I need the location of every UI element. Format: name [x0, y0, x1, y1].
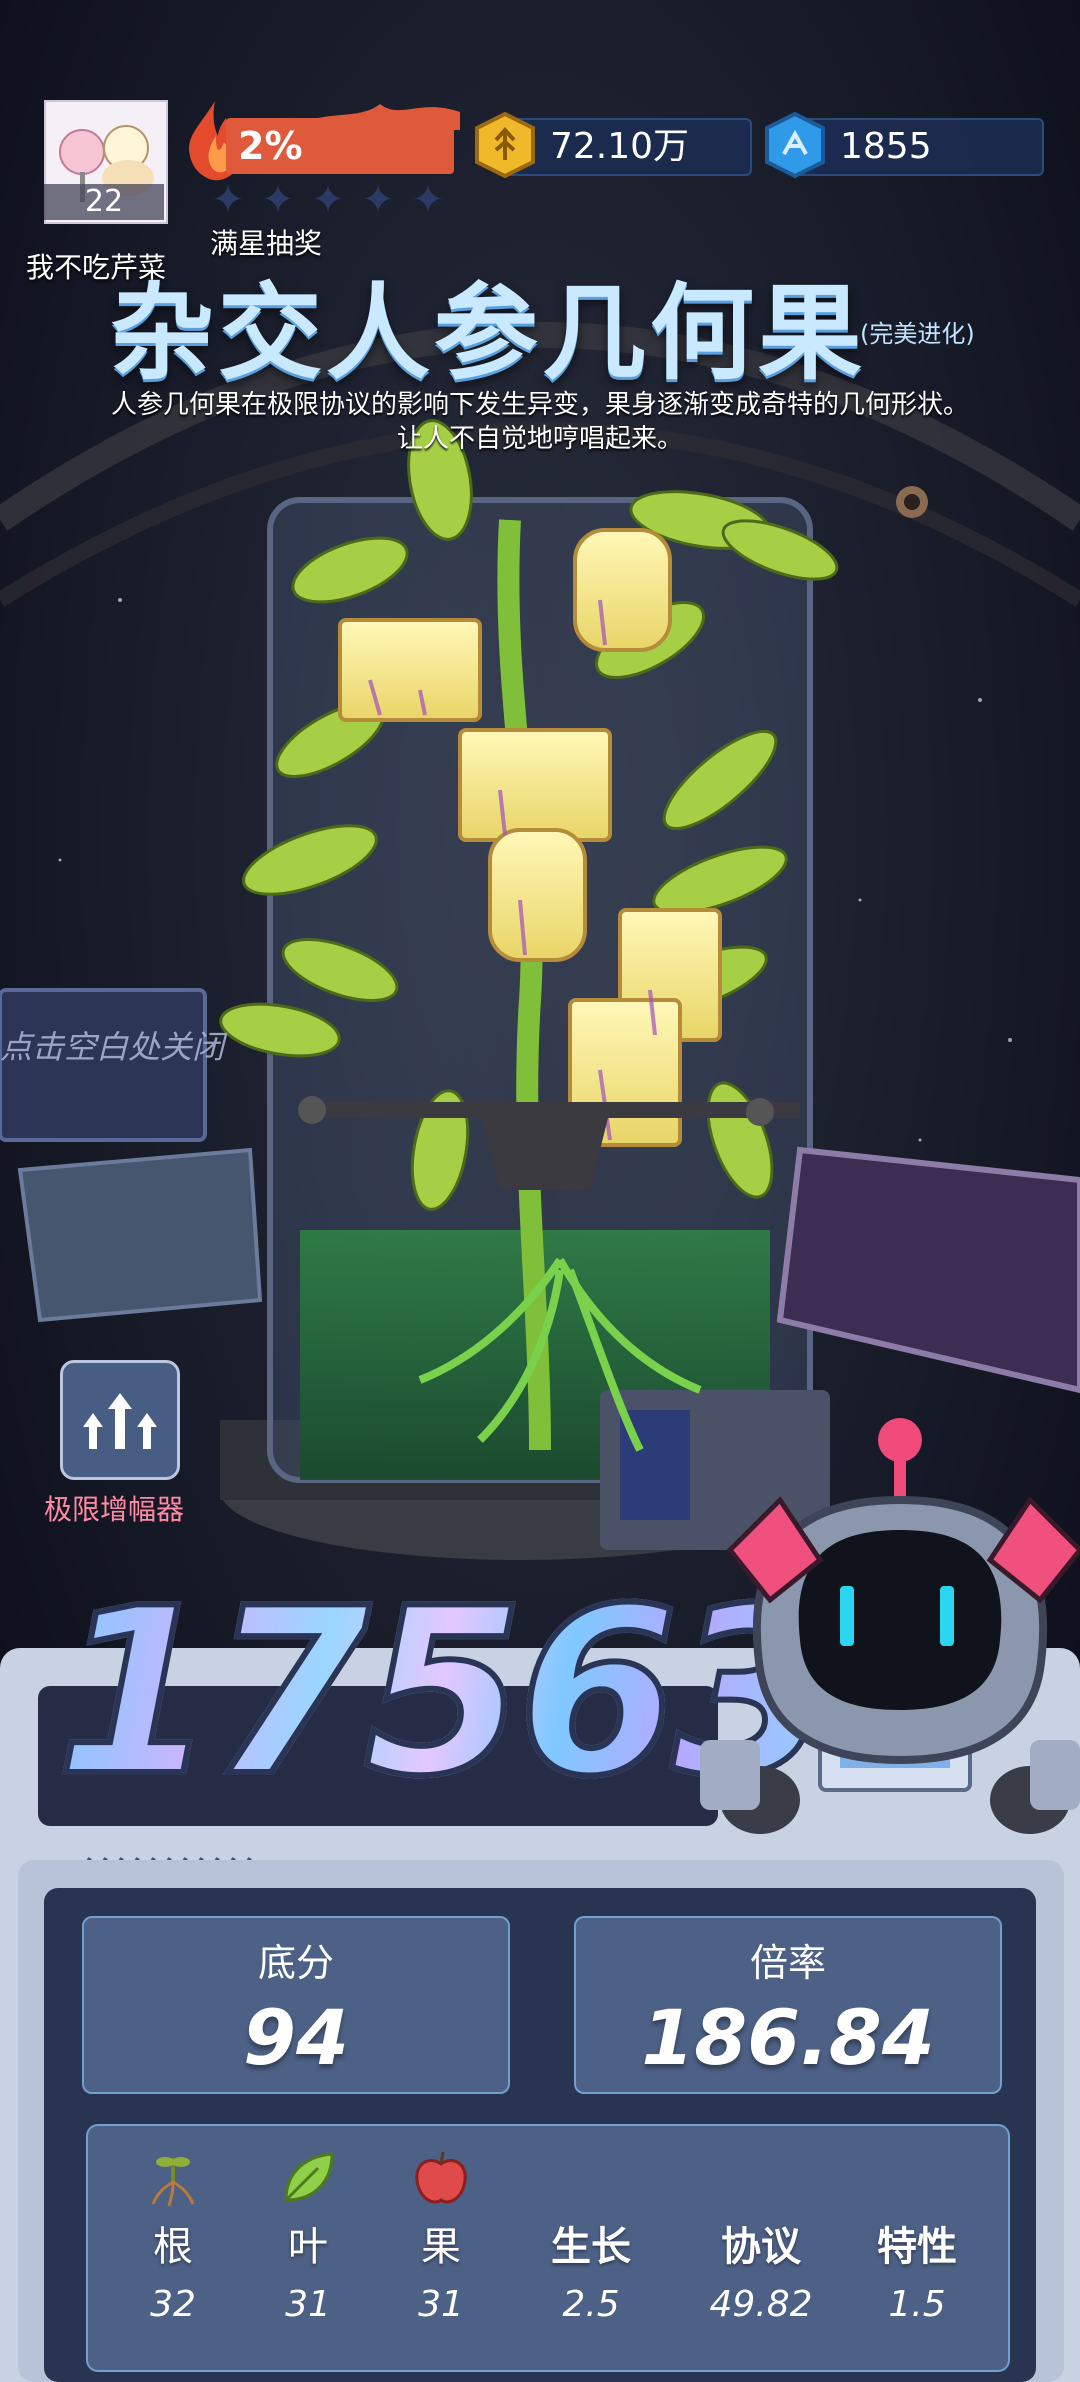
score-breakdown: 根 32 叶 31 果 31 生长 2.5 协议 49.82 特性 1.5 — [86, 2124, 1010, 2372]
growth-label: 生长 — [551, 2224, 631, 2270]
breakdown-trait: 特性 1.5 — [852, 2126, 982, 2370]
trait-label: 特性 — [877, 2224, 957, 2270]
item-description: 人参几何果在极限协议的影响下发生异变，果身逐渐变成奇特的几何形状。让人不自觉地哼… — [110, 390, 969, 454]
protocol-value: 49.82 — [709, 2284, 813, 2325]
breakdown-protocol: 协议 49.82 — [696, 2126, 826, 2370]
gold-coin-icon — [475, 111, 535, 179]
root-value: 32 — [150, 2284, 196, 2325]
growth-value: 2.5 — [562, 2284, 620, 2325]
breakdown-leaf: 叶 31 — [243, 2126, 373, 2370]
multiplier-box: 倍率 186.84 — [574, 1916, 1002, 2094]
triple-up-arrow-icon — [83, 1393, 157, 1449]
breakdown-root: 根 32 — [108, 2126, 238, 2370]
robot-mascot — [700, 1418, 1080, 1834]
star-icon: ✦ — [411, 177, 445, 223]
gem-icon — [765, 111, 825, 179]
breakdown-fruit: 果 31 — [376, 2126, 506, 2370]
sprout-root-icon — [151, 2157, 195, 2207]
item-title: 杂交人参几何果 — [110, 272, 867, 394]
base-score-label: 底分 — [257, 1941, 334, 1985]
star-icon: ✦ — [361, 177, 395, 223]
limit-amplifier-button[interactable] — [60, 1360, 180, 1480]
fruit-value: 31 — [418, 2284, 464, 2325]
item-evolution-tag: (完美进化) — [860, 320, 975, 348]
flame-trail-icon — [300, 104, 460, 130]
limit-amplifier-label: 极限增幅器 — [44, 1493, 185, 1526]
star-icon: ✦ — [211, 177, 245, 223]
player-level: 22 — [44, 184, 164, 220]
star-icon: ✦ — [261, 177, 295, 223]
base-score-box: 底分 94 — [82, 1916, 510, 2094]
multiplier-value: 186.84 — [641, 1993, 935, 2082]
root-label: 根 — [153, 2224, 193, 2270]
star-rating: ✦ ✦ ✦ ✦ ✦ — [206, 178, 456, 222]
heat-percent: 2% — [238, 124, 303, 168]
breakdown-growth: 生长 2.5 — [526, 2126, 656, 2370]
leaf-value: 31 — [285, 2284, 331, 2325]
leaf-label: 叶 — [288, 2224, 328, 2270]
multiplier-label: 倍率 — [749, 1941, 826, 1985]
apple-icon — [415, 2151, 467, 2204]
leaf-icon — [284, 2152, 334, 2202]
tap-to-close-hint[interactable]: 点击空白处关闭 — [0, 1022, 224, 1068]
fruit-label: 果 — [421, 2224, 461, 2270]
protocol-label: 协议 — [721, 2224, 801, 2270]
base-score-value: 94 — [243, 1993, 349, 2082]
trait-value: 1.5 — [888, 2284, 946, 2325]
star-icon: ✦ — [311, 177, 345, 223]
